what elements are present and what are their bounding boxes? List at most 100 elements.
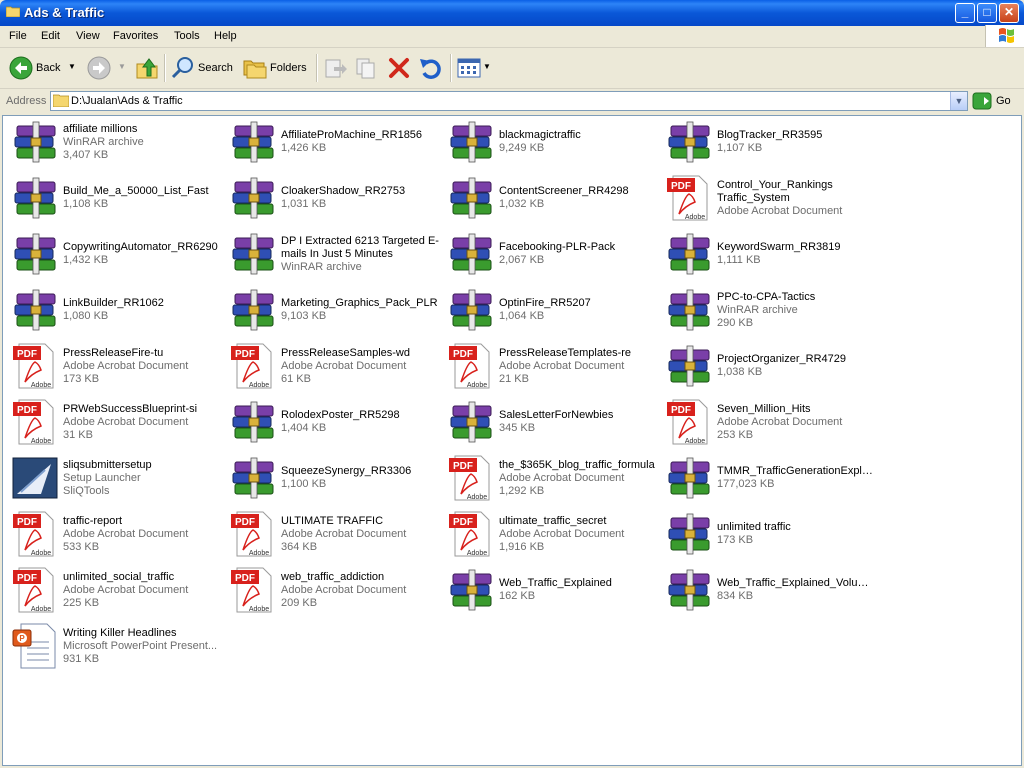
menu-tools[interactable]: Tools [174, 30, 200, 42]
file-name: TMMR_TrafficGenerationExplo... [717, 465, 875, 477]
folders-button[interactable]: Folders [242, 52, 308, 84]
file-item[interactable]: PDF Adobe web_traffic_addiction Adobe Acrob… [225, 564, 441, 616]
search-button[interactable]: Search [170, 52, 236, 84]
svg-text:PDF: PDF [453, 461, 473, 472]
file-item[interactable]: TMMR_TrafficGenerationExplo... 177,023 KB [661, 452, 877, 504]
menu-view[interactable]: View [76, 30, 100, 42]
file-item[interactable]: KeywordSwarm_RR3819 1,111 KB [661, 228, 877, 280]
move-to-button[interactable] [322, 52, 348, 84]
file-item[interactable]: CloakerShadow_RR2753 1,031 KB [225, 172, 441, 224]
file-item[interactable]: DP I Extracted 6213 Targeted E-mails In … [225, 228, 441, 280]
winrar-archive-icon [665, 342, 713, 390]
folders-label: Folders [270, 62, 307, 74]
file-name: PressReleaseTemplates-re [499, 346, 632, 359]
forward-button[interactable]: ▼ [86, 52, 130, 84]
menu-file[interactable]: File [9, 30, 27, 42]
close-button[interactable]: ✕ [999, 3, 1019, 23]
folders-icon [243, 60, 267, 79]
file-item[interactable]: PDF Adobe PressReleaseTemplates-re Adobe Ac… [443, 340, 659, 392]
file-item[interactable]: PDF Adobe PressReleaseFire-tu Adobe Acrobat… [7, 340, 223, 392]
views-button[interactable]: ▼ [456, 52, 492, 84]
delete-button[interactable] [386, 52, 412, 84]
menu-edit[interactable]: Edit [41, 30, 60, 42]
search-icon [171, 57, 193, 79]
file-name: Web_Traffic_Explained [499, 577, 612, 589]
pdf-document-icon: PDF Adobe [665, 398, 713, 446]
file-size: 931 KB [63, 652, 100, 665]
file-size: 1,100 KB [281, 478, 327, 490]
file-name: Facebooking-PLR-Pack [499, 241, 616, 253]
setup-launcher-icon [11, 454, 59, 502]
file-text: Web_Traffic_Explained_Volum... 834 KB [717, 564, 875, 616]
file-name: Seven_Million_Hits [717, 402, 811, 415]
svg-text:PDF: PDF [453, 517, 473, 528]
file-item[interactable]: sliqsubmittersetup Setup Launcher SliQTool… [7, 452, 223, 504]
file-item[interactable]: PDF Adobe Seven_Million_Hits Adobe Acrobat … [661, 396, 877, 448]
file-item[interactable]: PDF Adobe ultimate_traffic_secret Adobe Acr… [443, 508, 659, 560]
file-name: SqueezeSynergy_RR3306 [281, 465, 412, 477]
file-item[interactable]: Marketing_Graphics_Pack_PLR 9,103 KB [225, 284, 441, 336]
file-item[interactable]: SqueezeSynergy_RR3306 1,100 KB [225, 452, 441, 504]
svg-text:Adobe: Adobe [685, 438, 705, 445]
file-size: 1,107 KB [717, 142, 763, 154]
file-item[interactable]: RolodexPoster_RR5298 1,404 KB [225, 396, 441, 448]
file-name: CopywritingAutomator_RR6290 [63, 241, 218, 253]
file-name: PPC-to-CPA-Tactics [717, 290, 816, 303]
svg-text:PDF: PDF [235, 573, 255, 584]
menu-help[interactable]: Help [214, 30, 237, 42]
file-item[interactable]: PDF Adobe PRWebSuccessBlueprint-si Adobe Ac… [7, 396, 223, 448]
file-item[interactable]: PPC-to-CPA-Tactics WinRAR archive 290 KB [661, 284, 877, 336]
file-item[interactable]: PDF Adobe Control_Your_Rankings Traffic_Sy… [661, 172, 877, 224]
file-item[interactable]: Facebooking-PLR-Pack 2,067 KB [443, 228, 659, 280]
file-text: Seven_Million_Hits Adobe Acrobat Document… [717, 396, 875, 448]
pdf-document-icon: PDF Adobe [229, 566, 277, 614]
file-item[interactable]: SalesLetterForNewbies 345 KB [443, 396, 659, 448]
file-item[interactable]: ProjectOrganizer_RR4729 1,038 KB [661, 340, 877, 392]
file-item[interactable]: Web_Traffic_Explained_Volum... 834 KB [661, 564, 877, 616]
toolbar-separator [316, 54, 318, 82]
copy-to-button[interactable] [354, 52, 380, 84]
address-dropdown-button[interactable]: ▼ [950, 92, 967, 110]
file-item[interactable]: affiliate millions WinRAR archive 3,407 KB [7, 116, 223, 168]
pdf-document-icon: PDF Adobe [11, 566, 59, 614]
file-item[interactable]: AffiliateProMachine_RR1856 1,426 KB [225, 116, 441, 168]
minimize-button[interactable]: _ [955, 3, 975, 23]
file-item[interactable]: PDF Adobe PressReleaseSamples-wd Adobe Acro… [225, 340, 441, 392]
address-path: D:\Jualan\Ads & Traffic [71, 95, 183, 107]
file-item[interactable]: blackmagictraffic 9,249 KB [443, 116, 659, 168]
copy-to-icon [356, 58, 375, 79]
file-item[interactable]: Build_Me_a_50000_List_Fast 1,108 KB [7, 172, 223, 224]
toolbar-separator [450, 54, 452, 82]
file-item[interactable]: PDF Adobe traffic-report Adobe Acrobat Docu… [7, 508, 223, 560]
file-item[interactable]: OptinFire_RR5207 1,064 KB [443, 284, 659, 336]
up-folder-button[interactable] [134, 52, 162, 84]
address-input[interactable]: D:\Jualan\Ads & Traffic ▼ [50, 91, 968, 111]
menu-favorites[interactable]: Favorites [113, 30, 158, 42]
title-bar[interactable]: Ads & Traffic _ □ ✕ [0, 0, 1024, 26]
file-item[interactable]: Web_Traffic_Explained 162 KB [443, 564, 659, 616]
file-item[interactable]: unlimited traffic 173 KB [661, 508, 877, 560]
svg-text:Adobe: Adobe [249, 382, 269, 389]
file-item[interactable]: BlogTracker_RR3595 1,107 KB [661, 116, 877, 168]
file-size: 1,031 KB [281, 198, 327, 210]
file-item[interactable]: PDF Adobe unlimited_social_traffic Adobe Ac… [7, 564, 223, 616]
file-item[interactable]: PDF Adobe the_$365K_blog_traffic_formula Ad… [443, 452, 659, 504]
file-item[interactable]: PDF Adobe ULTIMATE TRAFFIC Adobe Acrobat Do… [225, 508, 441, 560]
file-item[interactable]: ContentScreener_RR4298 1,032 KB [443, 172, 659, 224]
file-item[interactable]: CopywritingAutomator_RR6290 1,432 KB [7, 228, 223, 280]
go-button[interactable]: Go [972, 92, 1018, 110]
chevron-down-icon[interactable]: ▼ [483, 62, 491, 71]
file-list-view[interactable]: affiliate millions WinRAR archive 3,407 KB… [2, 115, 1022, 766]
file-item[interactable]: LinkBuilder_RR1062 1,080 KB [7, 284, 223, 336]
file-type: Adobe Acrobat Document [63, 583, 189, 596]
file-name: sliqsubmittersetup [63, 458, 152, 471]
file-item[interactable]: P Writing Killer Headlines Microsoft Power… [7, 620, 223, 672]
maximize-button[interactable]: □ [977, 3, 997, 23]
chevron-down-icon[interactable]: ▼ [118, 62, 126, 71]
back-button[interactable]: Back ▼ [6, 52, 80, 84]
file-name: DP I Extracted 6213 Targeted E-mails In … [281, 234, 439, 260]
undo-button[interactable] [418, 52, 444, 84]
file-text: traffic-report Adobe Acrobat Document 533 … [63, 508, 221, 560]
svg-text:P: P [19, 634, 25, 643]
chevron-down-icon[interactable]: ▼ [68, 62, 76, 71]
